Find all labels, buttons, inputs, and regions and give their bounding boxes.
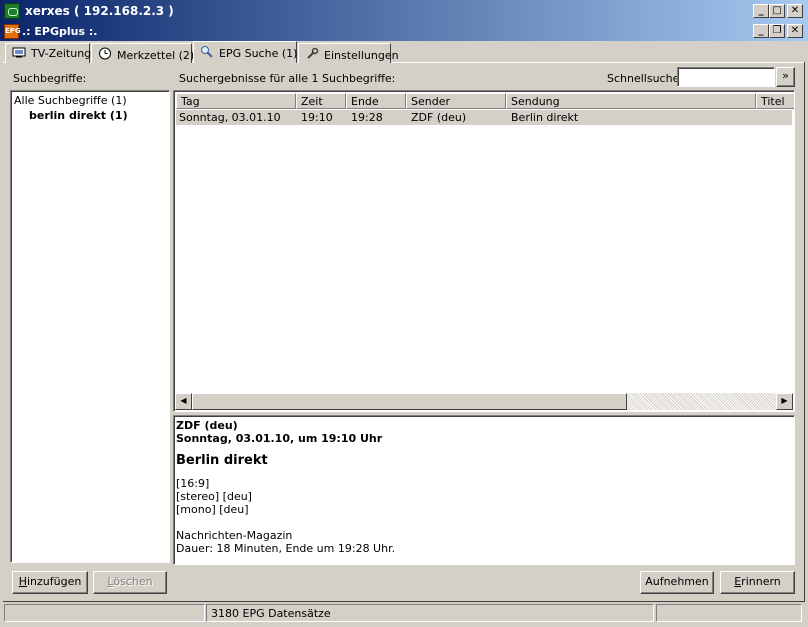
horizontal-scrollbar[interactable]: ◀ ▶	[175, 393, 793, 410]
scroll-left-button[interactable]: ◀	[175, 393, 192, 410]
tab-tv-zeitung[interactable]: TV-Zeitung	[5, 43, 92, 63]
column-header-sender[interactable]: Sender	[406, 93, 506, 109]
column-header-ende[interactable]: Ende	[346, 93, 406, 109]
tab-label: TV-Zeitung	[31, 47, 92, 60]
app-title: .: EPGplus :.	[22, 25, 98, 38]
tab-label: Merkzettel (2)	[117, 49, 195, 62]
status-record-count: 3180 EPG Datensätze	[206, 604, 654, 622]
delete-button-label: öschen	[113, 575, 153, 588]
detail-audio-mono: [mono] [deu]	[176, 503, 249, 516]
quicksearch-input-box[interactable]	[677, 67, 775, 87]
child-close-button[interactable]: ✕	[787, 24, 803, 38]
clock-icon	[98, 47, 112, 60]
results-table[interactable]: Tag Zeit Ende Sender Sendung Titel Sonnt…	[173, 90, 795, 412]
record-button-label: Aufnehmen	[645, 575, 709, 588]
tab-label: Einstellungen	[324, 49, 399, 62]
tab-label: EPG Suche (1)	[219, 47, 298, 60]
detail-format: [16:9]	[176, 477, 210, 490]
tab-merkzettel[interactable]: Merkzettel (2)	[91, 43, 195, 63]
wrench-icon	[305, 47, 319, 59]
scroll-right-button[interactable]: ▶	[776, 393, 793, 410]
column-header-tag[interactable]: Tag	[176, 93, 296, 109]
eye-app-icon	[4, 3, 20, 19]
app-titlebar: EPG .: EPGplus :. _ ❐ ✕	[0, 22, 808, 41]
cell-zeit: 19:10	[301, 111, 333, 124]
tab-einstellungen[interactable]: Einstellungen	[298, 43, 399, 63]
scroll-thumb[interactable]	[192, 393, 627, 410]
detail-genre: Nachrichten-Magazin	[176, 529, 293, 542]
column-header-sendung[interactable]: Sendung	[506, 93, 756, 109]
child-restore-button[interactable]: ❐	[769, 24, 785, 38]
tree-item-berlin-direkt[interactable]: berlin direkt (1)	[29, 109, 128, 122]
results-label: Suchergebnisse für alle 1 Suchbegriffe:	[179, 72, 396, 85]
tree-item-all[interactable]: Alle Suchbegriffe (1)	[14, 94, 127, 107]
remind-button[interactable]: Erinnern	[720, 571, 795, 594]
column-header-titel[interactable]: Titel	[756, 93, 794, 109]
delete-button[interactable]: Löschen	[93, 571, 167, 594]
search-terms-tree[interactable]: Alle Suchbegriffe (1) berlin direkt (1)	[10, 90, 170, 563]
table-row[interactable]: Sonntag, 03.01.10 19:10 19:28 ZDF (deu) …	[176, 110, 792, 125]
cell-sender: ZDF (deu)	[411, 111, 467, 124]
column-header-zeit[interactable]: Zeit	[296, 93, 346, 109]
quicksearch-label: Schnellsuche:	[607, 72, 684, 85]
window-titlebar: xerxes ( 192.168.2.3 ) _ □ ✕	[0, 0, 808, 22]
epg-logo-icon: EPG	[4, 24, 21, 39]
record-button[interactable]: Aufnehmen	[640, 571, 714, 594]
cell-sendung: Berlin direkt	[511, 111, 579, 124]
maximize-button[interactable]: □	[769, 4, 785, 18]
detail-datetime: Sonntag, 03.01.10, um 19:10 Uhr	[176, 432, 383, 445]
search-terms-label: Suchbegriffe:	[13, 72, 87, 85]
detail-pane[interactable]: ZDF (deu) Sonntag, 03.01.10, um 19:10 Uh…	[173, 415, 795, 565]
detail-channel: ZDF (deu)	[176, 419, 238, 432]
detail-title: Berlin direkt	[176, 453, 268, 468]
search-icon	[200, 45, 214, 58]
status-left	[4, 604, 205, 622]
child-minimize-button[interactable]: _	[753, 24, 769, 38]
close-button[interactable]: ✕	[787, 4, 803, 18]
quicksearch-go-button[interactable]: »	[776, 67, 795, 87]
window-title: xerxes ( 192.168.2.3 )	[25, 4, 174, 18]
detail-audio-stereo: [stereo] [deu]	[176, 490, 252, 503]
tab-epg-suche[interactable]: EPG Suche (1)	[193, 41, 297, 63]
quicksearch-input[interactable]	[678, 68, 774, 86]
tv-icon	[12, 47, 26, 58]
detail-duration: Dauer: 18 Minuten, Ende um 19:28 Uhr.	[176, 542, 396, 555]
add-button-label: inzufügen	[26, 575, 82, 588]
status-right	[656, 604, 802, 622]
cell-tag: Sonntag, 03.01.10	[179, 111, 281, 124]
cell-ende: 19:28	[351, 111, 383, 124]
minimize-button[interactable]: _	[753, 4, 769, 18]
add-button[interactable]: Hinzufügen	[12, 571, 88, 594]
remind-button-label: rinnern	[741, 575, 781, 588]
